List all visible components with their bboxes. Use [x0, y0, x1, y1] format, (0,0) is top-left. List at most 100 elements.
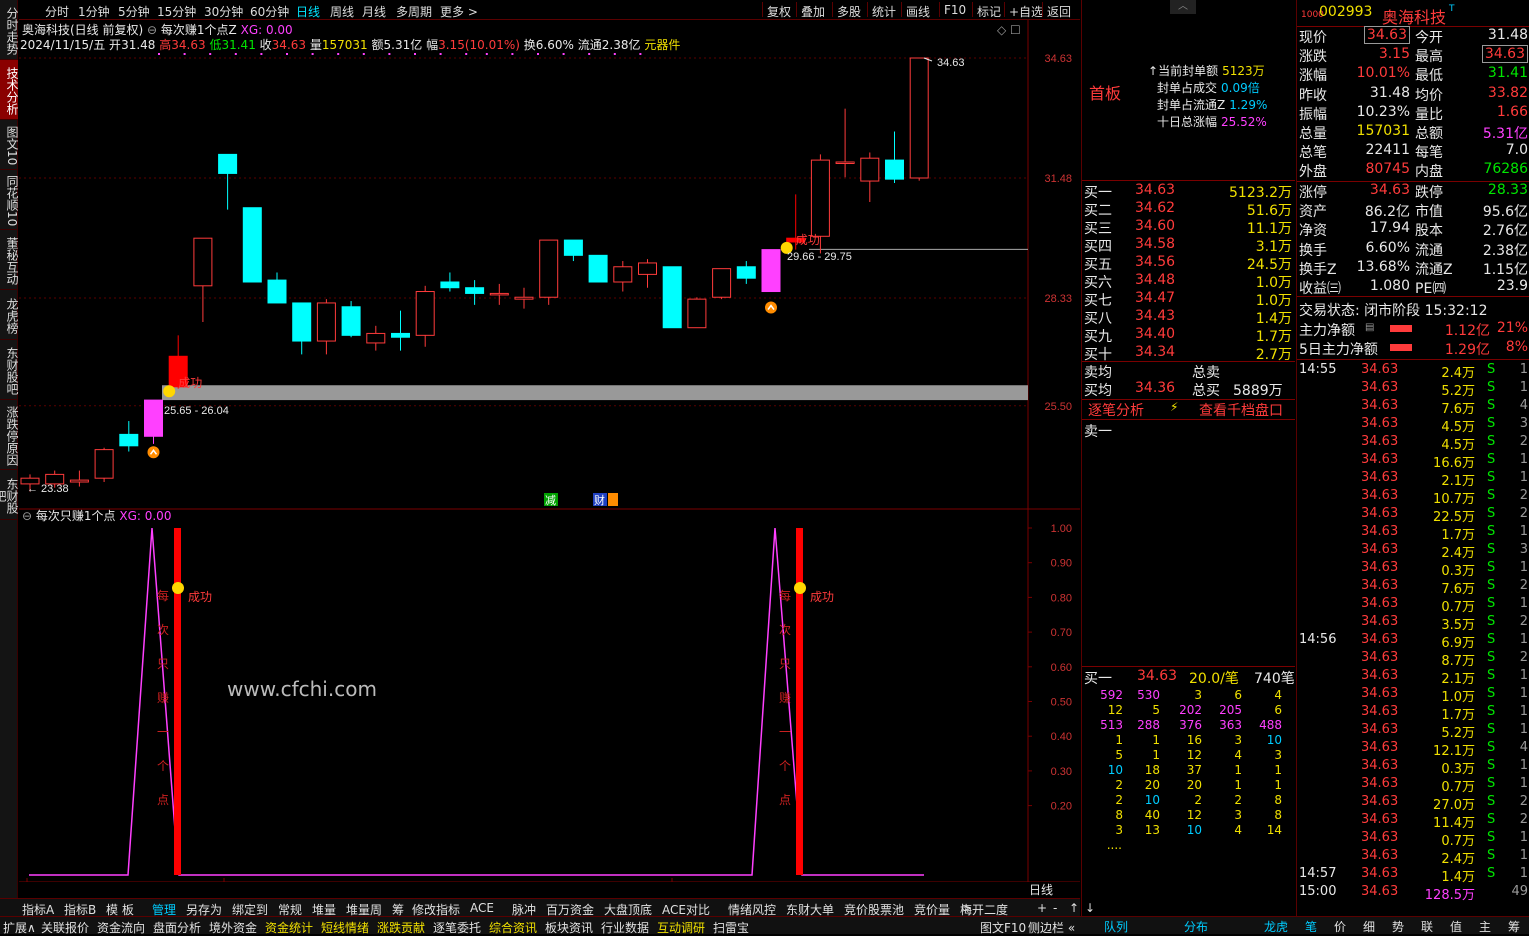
- bottom-tab[interactable]: 板块资讯: [545, 919, 593, 936]
- bottom-tab[interactable]: 涨跌贡献: [377, 919, 425, 936]
- info-icon[interactable]: ▤: [1365, 322, 1374, 333]
- toolbar-separator: [832, 2, 833, 17]
- mid-tab[interactable]: 龙虎: [1264, 918, 1288, 935]
- right-tab[interactable]: 细: [1363, 918, 1375, 935]
- bid-price: 34.40: [1135, 326, 1176, 342]
- toolbar-separator: [762, 2, 763, 17]
- zoom-control-icon[interactable]: -: [1053, 901, 1057, 915]
- candle-body: [316, 302, 336, 342]
- tick-row: 34.63 7.6万 S 2: [1297, 577, 1529, 597]
- scroll-right-icon[interactable]: >: [962, 901, 972, 915]
- period-tab[interactable]: 月线: [362, 3, 386, 20]
- left-nav-item[interactable]: 图文10: [0, 120, 19, 170]
- right-tab[interactable]: 筹: [1508, 918, 1520, 935]
- bid-row[interactable]: 买六 34.48 1.0万: [1082, 272, 1296, 291]
- toolbar-button[interactable]: +自选: [1009, 3, 1043, 20]
- period-tab[interactable]: 30分钟: [204, 3, 243, 20]
- bottom-tab[interactable]: 资金流向: [97, 919, 145, 936]
- toolbar-button[interactable]: 复权: [767, 3, 791, 20]
- bid-row[interactable]: 买三 34.60 11.1万: [1082, 218, 1296, 237]
- up-badge-icon: [147, 446, 160, 459]
- left-nav-item[interactable]: 龙虎榜: [0, 290, 19, 340]
- left-nav-item[interactable]: 东财股吧: [0, 470, 19, 520]
- indicator-tab[interactable]: ACE: [470, 901, 494, 915]
- mid-tab[interactable]: 分布: [1184, 918, 1208, 935]
- bid-row[interactable]: 买四 34.58 3.1万: [1082, 236, 1296, 255]
- bottom-right-tab[interactable]: 侧边栏 «: [1028, 919, 1075, 936]
- zoom-control-icon[interactable]: ↑: [1069, 901, 1079, 915]
- bid-row[interactable]: 买九 34.40 1.7万: [1082, 326, 1296, 345]
- bottom-tab[interactable]: 扩展∧: [3, 919, 36, 936]
- period-tab[interactable]: 15分钟: [157, 3, 196, 20]
- queue-cell: 3: [1194, 688, 1202, 702]
- toolbar-button[interactable]: F10: [944, 3, 966, 17]
- right-tab[interactable]: 联: [1421, 918, 1433, 935]
- tick-side: S: [1487, 812, 1496, 827]
- period-tab[interactable]: 1分钟: [78, 3, 110, 20]
- period-tab[interactable]: 更多 >: [440, 3, 478, 20]
- x-mode[interactable]: 日线: [1029, 883, 1053, 897]
- sub-indicator-name[interactable]: 每次只赚1个点: [36, 509, 116, 523]
- tick-price: 34.63: [1361, 668, 1399, 683]
- period-tab[interactable]: 分时: [45, 3, 69, 20]
- watermark: www.cfchi.com: [227, 677, 377, 701]
- period-tab[interactable]: 周线: [330, 3, 354, 20]
- toolbar-button[interactable]: 画线: [906, 3, 930, 20]
- right-tab[interactable]: 价: [1334, 918, 1346, 935]
- bottom-tab[interactable]: 关联报价: [41, 919, 89, 936]
- toolbar-button[interactable]: 统计: [872, 3, 896, 20]
- period-tab[interactable]: 60分钟: [250, 3, 289, 20]
- right-tab[interactable]: 势: [1392, 918, 1404, 935]
- period-tab[interactable]: 多周期: [396, 3, 432, 20]
- collapse-up-icon[interactable]: ︿: [1170, 0, 1196, 14]
- tick-side: S: [1487, 848, 1496, 863]
- tick-row: 34.63 5.2万 S 1: [1297, 721, 1529, 741]
- toolbar-button[interactable]: 多股: [837, 3, 861, 20]
- bottom-tab[interactable]: 互动调研: [657, 919, 705, 936]
- sub-collapse-icon[interactable]: ⊖: [22, 509, 32, 523]
- bid-row[interactable]: 买七 34.47 1.0万: [1082, 290, 1296, 309]
- right-tab[interactable]: 值: [1450, 918, 1462, 935]
- bottom-tab[interactable]: 行业数据: [601, 919, 649, 936]
- bottom-tab[interactable]: 资金统计: [265, 919, 313, 936]
- quote-value: 1.15亿: [1482, 261, 1528, 278]
- right-tab[interactable]: 笔: [1305, 918, 1317, 935]
- period-tab[interactable]: 5分钟: [118, 3, 150, 20]
- queue-cell: 16: [1186, 733, 1202, 747]
- right-tab[interactable]: 主: [1479, 918, 1491, 935]
- detail-analysis-tab[interactable]: 逐笔分析: [1088, 400, 1144, 420]
- mid-tab[interactable]: 队列: [1104, 918, 1128, 935]
- quote-label: 每笔: [1415, 145, 1443, 162]
- left-nav-item[interactable]: 董秘互动: [0, 230, 19, 290]
- bid-row[interactable]: 买一 34.63 5123.2万: [1082, 182, 1296, 201]
- left-nav-item[interactable]: 分时走势: [0, 0, 19, 60]
- chart-area[interactable]: 奥海科技(日线 前复权) ⊖ 每次赚1个点Z XG: 0.00 2024/11/…: [19, 20, 1080, 897]
- bottom-tab[interactable]: 扫雷宝: [713, 919, 749, 936]
- left-nav-item[interactable]: 东财股吧: [0, 340, 19, 400]
- toolbar-button[interactable]: 标记: [977, 3, 1001, 20]
- bottom-tab[interactable]: 逐笔委托: [433, 919, 481, 936]
- left-nav-item[interactable]: 同花顺10: [0, 170, 19, 230]
- queue-cell: 3: [1115, 823, 1123, 837]
- left-nav-item[interactable]: 技术分析: [0, 60, 19, 120]
- bottom-tab[interactable]: 盘面分析: [153, 919, 201, 936]
- bid-row[interactable]: 买二 34.62 51.6万: [1082, 200, 1296, 219]
- quote-value: 34.63: [1363, 26, 1410, 44]
- bottom-right-tab[interactable]: 图文F10: [980, 919, 1026, 936]
- depth-view-tab[interactable]: 查看千档盘口: [1199, 400, 1283, 420]
- quote-label: 内盘: [1415, 164, 1443, 181]
- period-tab[interactable]: 日线: [296, 3, 320, 20]
- toolbar-button[interactable]: 叠加: [801, 3, 825, 20]
- left-nav-item[interactable]: 涨跌停原因: [0, 400, 19, 470]
- bottom-tab[interactable]: 境外资金: [209, 919, 257, 936]
- bottom-tab[interactable]: 短线情绪: [321, 919, 369, 936]
- queue-cell: 12: [1107, 703, 1123, 717]
- bid-row[interactable]: 买八 34.43 1.4万: [1082, 308, 1296, 327]
- bid-row[interactable]: 买十 34.34 2.7万: [1082, 344, 1296, 363]
- marker-dot: [158, 53, 160, 55]
- toolbar-button[interactable]: 返回: [1047, 3, 1071, 20]
- bottom-tab[interactable]: 综合资讯: [489, 919, 537, 936]
- quote-label: 总额: [1415, 126, 1443, 142]
- bid-row[interactable]: 买五 34.56 24.5万: [1082, 254, 1296, 273]
- zoom-control-icon[interactable]: +: [1037, 901, 1047, 915]
